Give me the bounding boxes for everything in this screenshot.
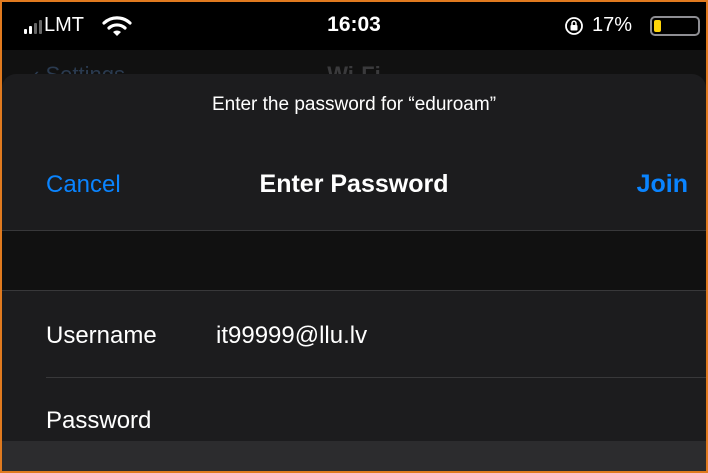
keyboard-edge [2, 441, 706, 471]
network-prompt: Enter the password for “eduroam” [211, 94, 497, 115]
username-field[interactable]: it99999@llu.lv [216, 322, 367, 350]
status-bar: LMT 16:03 17% [2, 2, 706, 50]
battery-icon [650, 16, 700, 36]
battery-percent: 17% [592, 14, 633, 36]
sheet-title: Enter Password [259, 170, 449, 198]
join-button[interactable]: Join [637, 170, 688, 199]
section-spacer [2, 231, 706, 290]
password-input[interactable] [216, 402, 686, 442]
orientation-lock-icon [565, 17, 583, 35]
battery-fill [654, 20, 661, 32]
password-sheet: Enter the password for “eduroam” Cancel … [2, 74, 706, 471]
credentials-form: Username it99999@llu.lv Password [2, 291, 706, 471]
username-label: Username [46, 322, 157, 349]
screen: LMT 16:03 17% ‹ Settings Wi-Fi Enter the… [0, 0, 708, 473]
username-row[interactable]: Username it99999@llu.lv [2, 291, 706, 377]
password-label: Password [46, 407, 152, 434]
